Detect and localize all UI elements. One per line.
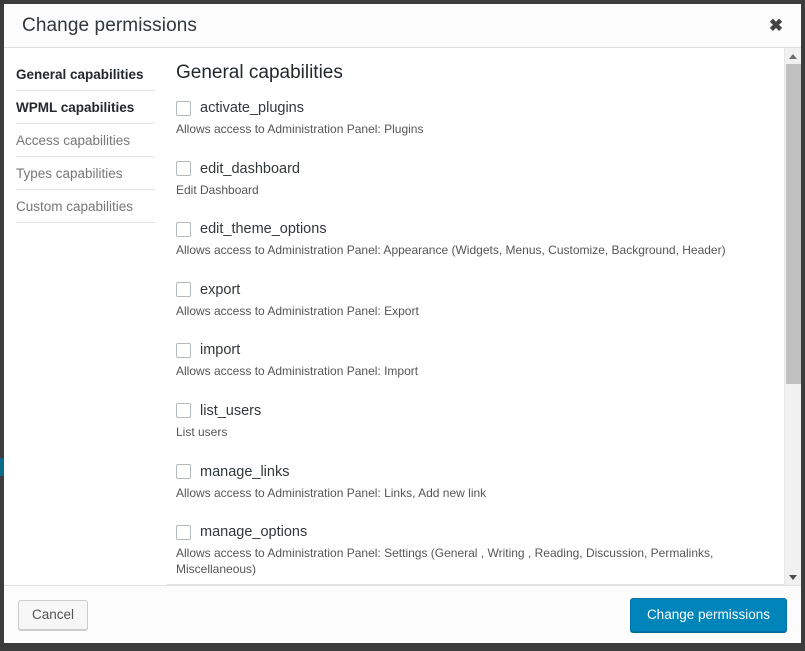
change-permissions-dialog: Change permissions ✖ General capabilitie… bbox=[4, 4, 801, 643]
capability-name: activate_plugins bbox=[200, 100, 304, 116]
capability-row: edit_dashboard Edit Dashboard bbox=[176, 161, 771, 199]
capabilities-panel: General capabilities activate_plugins Al… bbox=[167, 48, 801, 585]
capability-header: manage_links bbox=[176, 464, 771, 480]
capability-description: Allows access to Administration Panel: S… bbox=[176, 546, 714, 576]
capability-header: list_users bbox=[176, 403, 771, 419]
checkbox-list-users[interactable] bbox=[176, 403, 191, 419]
capability-header: export bbox=[176, 282, 771, 298]
chevron-down-icon[interactable] bbox=[785, 569, 801, 585]
capability-description: Allows access to Administration Panel: A… bbox=[176, 243, 726, 258]
vertical-scrollbar[interactable] bbox=[784, 48, 801, 585]
chevron-up-icon[interactable] bbox=[785, 48, 801, 64]
capability-name: manage_links bbox=[200, 463, 290, 480]
capability-header: activate_plugins bbox=[176, 100, 771, 116]
checkbox-export[interactable] bbox=[176, 282, 191, 298]
dialog-body: General capabilities WPML capabilities A… bbox=[4, 48, 801, 585]
capability-name: manage_options bbox=[200, 524, 308, 541]
sidebar-item-wpml-capabilities[interactable]: WPML capabilities bbox=[16, 91, 155, 124]
capability-row: import Allows access to Administration P… bbox=[176, 342, 771, 380]
sidebar-item-types-capabilities[interactable]: Types capabilities bbox=[16, 157, 155, 190]
screen: Change permissions ✖ General capabilitie… bbox=[0, 0, 805, 651]
sidebar-item-general-capabilities[interactable]: General capabilities bbox=[16, 58, 155, 91]
capability-header: import bbox=[176, 342, 771, 358]
capability-description: Allows access to Administration Panel: I… bbox=[176, 364, 419, 379]
capability-header: manage_options bbox=[176, 524, 771, 540]
capability-name: edit_dashboard bbox=[200, 160, 300, 177]
sidebar-item-custom-capabilities[interactable]: Custom capabilities bbox=[16, 190, 155, 223]
capability-row: edit_theme_options Allows access to Admi… bbox=[176, 221, 771, 259]
dialog-footer: Cancel Change permissions bbox=[4, 585, 801, 643]
capability-row: list_users List users bbox=[176, 403, 771, 441]
panel-title: General capabilities bbox=[176, 62, 343, 83]
cancel-button[interactable]: Cancel bbox=[18, 599, 89, 630]
checkbox-edit-theme-options[interactable] bbox=[176, 221, 191, 237]
capability-row: export Allows access to Administration P… bbox=[176, 282, 771, 320]
checkbox-manage-links[interactable] bbox=[176, 464, 191, 480]
dialog-title: Change permissions bbox=[22, 14, 197, 36]
capability-header: edit_dashboard bbox=[176, 161, 771, 177]
scrollbar-thumb[interactable] bbox=[786, 64, 801, 384]
capability-name: export bbox=[200, 281, 241, 298]
checkbox-import[interactable] bbox=[176, 342, 191, 358]
capability-row: activate_plugins Allows access to Admini… bbox=[176, 100, 771, 138]
capability-description: Allows access to Administration Panel: L… bbox=[176, 485, 487, 500]
checkbox-edit-dashboard[interactable] bbox=[176, 161, 191, 177]
capability-name: edit_theme_options bbox=[200, 221, 327, 238]
sidebar-item-access-capabilities[interactable]: Access capabilities bbox=[16, 124, 155, 157]
capability-header: edit_theme_options bbox=[176, 221, 771, 237]
close-icon[interactable]: ✖ bbox=[761, 11, 791, 41]
capability-description: List users bbox=[176, 424, 228, 439]
checkbox-manage-options[interactable] bbox=[176, 524, 191, 540]
capability-name: list_users bbox=[200, 402, 262, 419]
capability-description: Allows access to Administration Panel: P… bbox=[176, 122, 424, 136]
change-permissions-button[interactable]: Change permissions bbox=[629, 597, 787, 632]
capability-row: manage_options Allows access to Administ… bbox=[176, 524, 771, 577]
capabilities-sidebar: General capabilities WPML capabilities A… bbox=[4, 48, 167, 585]
capability-description: Edit Dashboard bbox=[176, 182, 259, 197]
capabilities-list: General capabilities activate_plugins Al… bbox=[176, 48, 801, 584]
checkbox-activate-plugins[interactable] bbox=[176, 100, 191, 116]
capability-row: manage_links Allows access to Administra… bbox=[176, 464, 771, 502]
capability-name: import bbox=[200, 342, 241, 359]
dialog-header: Change permissions ✖ bbox=[4, 4, 801, 48]
capability-description: Allows access to Administration Panel: E… bbox=[176, 303, 419, 318]
